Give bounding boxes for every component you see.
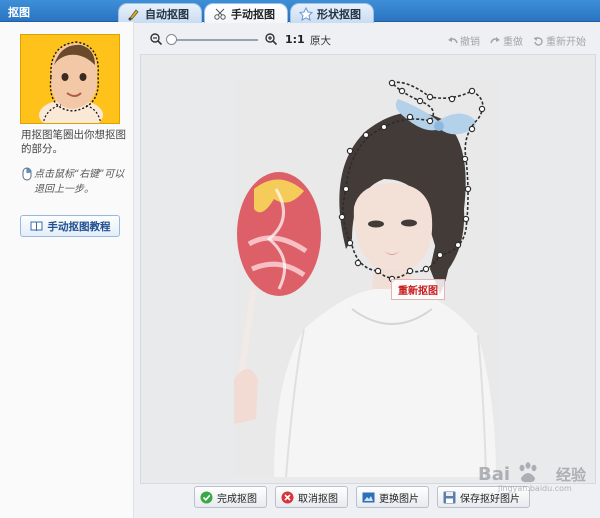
restart-button[interactable]: 重新开始 <box>533 33 586 48</box>
baby-example-image <box>21 35 119 123</box>
watermark-site: 经验 <box>556 466 587 484</box>
cancel-cutout-label: 取消抠图 <box>298 493 338 505</box>
zoom-slider-handle[interactable] <box>166 34 177 45</box>
zoom-slider-track[interactable] <box>168 39 258 41</box>
tab-bar: 自动抠图 手动抠图 形状抠图 <box>118 3 374 23</box>
title-bar: 抠图 自动抠图 手动抠图 形状抠图 <box>0 0 600 23</box>
brush-icon <box>128 8 139 20</box>
change-image-label: 更换图片 <box>379 493 419 505</box>
restart-icon <box>533 36 543 46</box>
tab-auto-cutout-label: 自动抠图 <box>145 7 189 21</box>
actual-size-ratio[interactable]: 1:1 <box>285 33 305 46</box>
cancel-icon <box>281 491 294 503</box>
undo-icon <box>448 36 458 43</box>
paw-icon <box>519 462 537 483</box>
tab-shape-cutout[interactable]: 形状抠图 <box>290 3 374 23</box>
watermark-brand: Bai <box>478 464 511 485</box>
image-icon <box>362 492 375 502</box>
tutorial-button[interactable]: 手动抠图教程 <box>20 215 120 237</box>
example-thumbnail <box>20 34 120 124</box>
check-icon <box>200 491 213 503</box>
source-photo[interactable] <box>234 79 501 477</box>
change-image-button[interactable]: 更换图片 <box>356 486 429 508</box>
cancel-cutout-button[interactable]: 取消抠图 <box>275 486 348 508</box>
undo-label: 撤销 <box>460 37 480 48</box>
tab-shape-cutout-label: 形状抠图 <box>317 7 361 21</box>
tab-manual-cutout[interactable]: 手动抠图 <box>204 3 288 23</box>
tab-manual-cutout-label: 手动抠图 <box>231 7 275 21</box>
sidebar: 用抠图笔圈出你想抠图的部分。 点击鼠标“右键”可以退回上一步。 手动抠图教程 <box>0 22 134 518</box>
restart-label: 重新开始 <box>546 37 586 48</box>
actual-size-button[interactable]: 原大 <box>310 33 331 48</box>
complete-cutout-button[interactable]: 完成抠图 <box>194 486 267 508</box>
right-click-tip: 点击鼠标“右键”可以退回上一步。 <box>34 169 125 195</box>
tutorial-button-label: 手动抠图教程 <box>47 220 111 233</box>
baidu-jingyan-watermark: Bai 经验 jingyan.baidu.com <box>478 458 596 494</box>
shape-icon <box>299 6 313 21</box>
woman-photo-image <box>234 79 501 477</box>
redo-icon <box>490 36 500 43</box>
instruction-text: 用抠图笔圈出你想抠图的部分。 <box>21 129 126 155</box>
tab-auto-cutout[interactable]: 自动抠图 <box>118 3 202 23</box>
book-icon <box>30 221 42 231</box>
toolbar: 1:1 原大 撤销 重做 重新开始 <box>140 28 596 52</box>
redo-button[interactable]: 重做 <box>490 33 523 48</box>
redo-label: 重做 <box>503 37 523 48</box>
complete-cutout-label: 完成抠图 <box>217 493 257 505</box>
mouse-icon <box>22 167 32 181</box>
zoom-in-icon[interactable] <box>265 33 277 45</box>
editing-canvas[interactable]: 重新抠图 <box>140 54 596 484</box>
window-title: 抠图 <box>8 6 30 19</box>
zoom-out-icon[interactable] <box>150 33 162 45</box>
scissors-icon <box>214 8 226 20</box>
save-icon <box>443 491 456 503</box>
history-controls: 撤销 重做 重新开始 <box>447 33 586 48</box>
undo-button[interactable]: 撤销 <box>447 33 480 48</box>
recut-button[interactable]: 重新抠图 <box>391 279 445 300</box>
watermark-url: jingyan.baidu.com <box>498 484 572 493</box>
